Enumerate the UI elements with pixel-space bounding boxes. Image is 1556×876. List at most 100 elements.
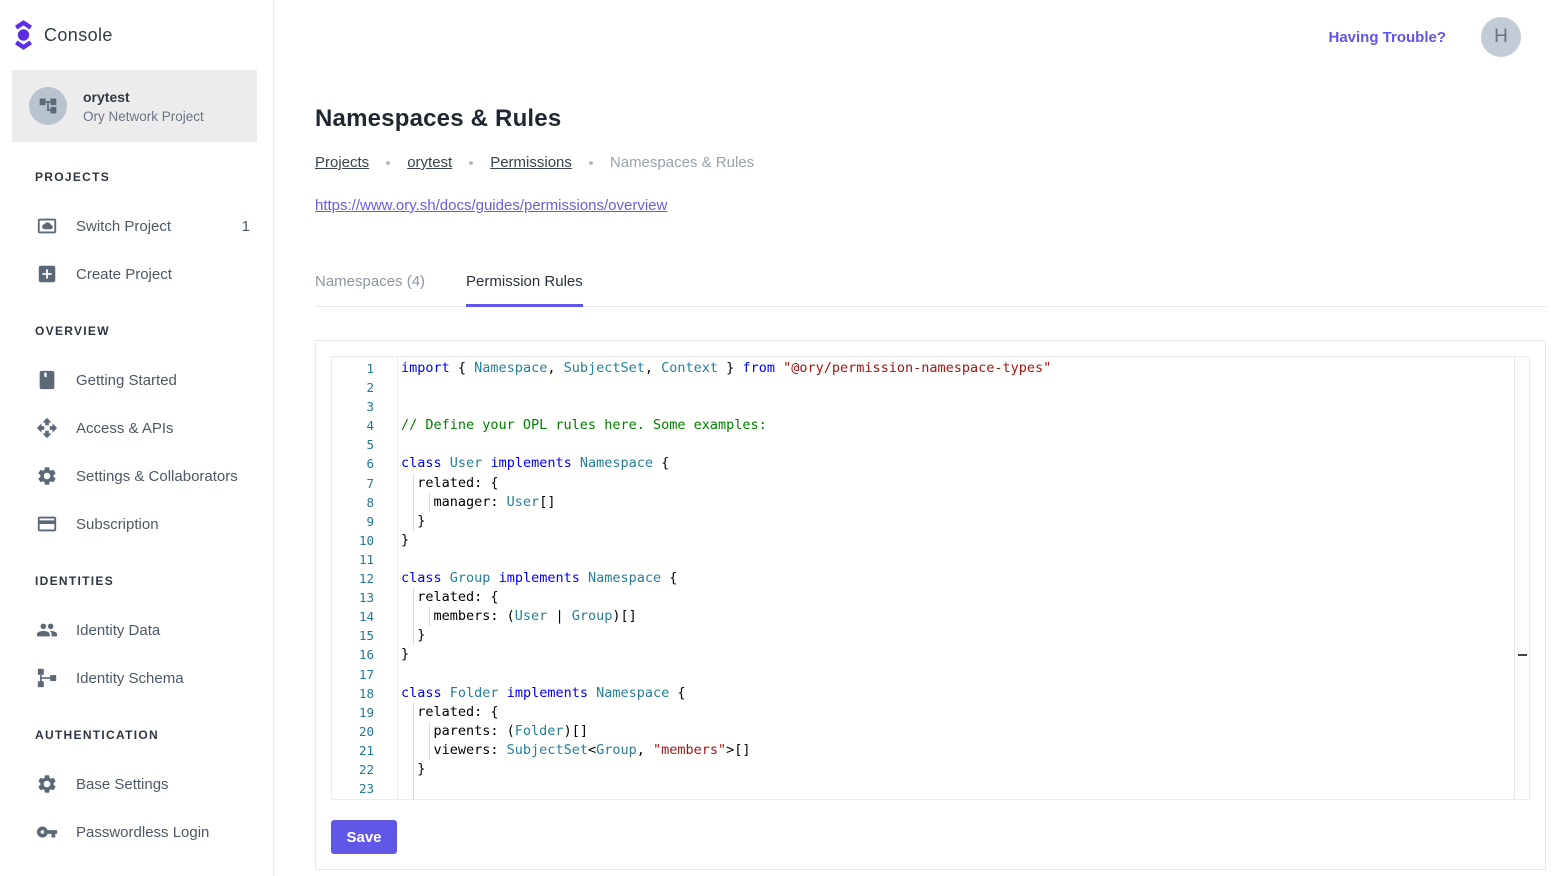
main-area: Having Trouble? H Namespaces & Rules Pro…	[274, 0, 1556, 876]
token-plain: |	[547, 608, 571, 624]
indent-guide	[413, 722, 414, 741]
access-apis-icon	[36, 417, 58, 439]
indent-guide	[413, 493, 414, 512]
code-line-text	[374, 378, 401, 397]
line-number: 1	[332, 359, 374, 378]
breadcrumb-separator	[386, 161, 390, 165]
code-line-text	[374, 550, 401, 569]
code-line: 15 }	[332, 626, 1514, 645]
code-editor[interactable]: 1import { Namespace, SubjectSet, Context…	[331, 356, 1530, 800]
code-line-text: // Define your OPL rules here. Some exam…	[374, 416, 767, 435]
indent-guide	[413, 474, 414, 493]
tab-namespaces-4[interactable]: Namespaces (4)	[315, 273, 425, 306]
project-type: Ory Network Project	[83, 109, 204, 124]
indent-guide	[429, 607, 430, 626]
code-line: 17	[332, 665, 1514, 684]
sidebar-item-base-settings[interactable]: Base Settings	[0, 760, 273, 808]
token-plain: ,	[547, 360, 563, 376]
token-plain: parents: (	[401, 723, 515, 739]
sidebar-item-getting-started[interactable]: Getting Started	[0, 356, 273, 404]
token-type: Context	[661, 360, 718, 376]
code-line-text	[374, 435, 401, 454]
token-plain: {	[450, 360, 474, 376]
docs-link[interactable]: https://www.ory.sh/docs/guides/permissio…	[315, 197, 667, 214]
token-plain: >[]	[726, 742, 750, 758]
line-number: 11	[332, 550, 374, 569]
token-plain	[442, 455, 450, 471]
token-plain	[775, 360, 783, 376]
editor-scrollbar[interactable]	[1514, 357, 1529, 799]
project-tree-icon	[29, 87, 67, 125]
cursor-position-marker	[1518, 654, 1527, 656]
code-line: 7 related: {	[332, 474, 1514, 493]
page-title: Namespaces & Rules	[315, 104, 1546, 134]
breadcrumb-projects[interactable]: Projects	[315, 154, 369, 171]
token-plain: {	[669, 685, 685, 701]
sidebar-item-subscription[interactable]: Subscription	[0, 500, 273, 548]
sidebar-section-identities: IDENTITIESIdentity DataIdentity Schema	[0, 574, 273, 702]
code-line-text: parents: (Folder)[]	[374, 722, 588, 741]
line-number: 22	[332, 760, 374, 779]
line-number: 5	[332, 435, 374, 454]
token-plain: )[]	[564, 723, 588, 739]
token-type: Group	[596, 742, 637, 758]
sidebar-item-passwordless-login[interactable]: Passwordless Login	[0, 808, 273, 856]
code-area: 1import { Namespace, SubjectSet, Context…	[332, 359, 1514, 800]
code-line: 14 members: (User | Group)[]	[332, 607, 1514, 626]
token-keyword: from	[742, 360, 775, 376]
token-plain: related: {	[401, 704, 499, 720]
breadcrumb-separator	[469, 161, 473, 165]
code-line: 13 related: {	[332, 588, 1514, 607]
line-number: 17	[332, 665, 374, 684]
token-keyword: implements	[490, 455, 571, 471]
line-number: 6	[332, 454, 374, 473]
code-line-text: related: {	[374, 474, 499, 493]
indent-guide	[429, 722, 430, 741]
save-button[interactable]: Save	[331, 820, 397, 854]
line-number: 7	[332, 474, 374, 493]
sidebar-item-identity-schema[interactable]: Identity Schema	[0, 654, 273, 702]
sidebar-item-settings-collaborators[interactable]: Settings & Collaborators	[0, 452, 273, 500]
line-number: 3	[332, 397, 374, 416]
token-type: Namespace	[580, 455, 653, 471]
token-plain: manager:	[401, 494, 507, 510]
tab-permission-rules[interactable]: Permission Rules	[466, 273, 583, 306]
project-switcher-card[interactable]: orytest Ory Network Project	[12, 70, 257, 142]
sidebar-item-access-apis[interactable]: Access & APIs	[0, 404, 273, 452]
indent-guide	[413, 588, 414, 607]
sidebar-item-create-project[interactable]: Create Project	[0, 250, 273, 298]
user-avatar[interactable]: H	[1481, 17, 1521, 57]
token-keyword: class	[401, 455, 442, 471]
code-line-text: import { Namespace, SubjectSet, Context …	[374, 359, 1051, 378]
token-plain	[490, 570, 498, 586]
token-plain	[588, 685, 596, 701]
sidebar-item-switch-project[interactable]: Switch Project1	[0, 202, 273, 250]
tab-bar: Namespaces (4) Permission Rules	[315, 273, 1546, 307]
code-line: 4// Define your OPL rules here. Some exa…	[332, 416, 1514, 435]
switch-project-icon	[36, 215, 58, 237]
code-line: 16}	[332, 645, 1514, 664]
breadcrumb-separator	[589, 161, 593, 165]
breadcrumb-permissions[interactable]: Permissions	[490, 154, 572, 171]
token-type: Folder	[450, 685, 499, 701]
line-number: 24	[332, 798, 374, 800]
having-trouble-link[interactable]: Having Trouble?	[1328, 29, 1446, 46]
indent-guide	[413, 512, 414, 531]
token-plain: }	[718, 360, 742, 376]
sidebar-item-identity-data[interactable]: Identity Data	[0, 606, 273, 654]
indent-guide	[413, 741, 414, 760]
sidebar: Console orytest Ory Network Project PROJ…	[0, 0, 274, 876]
token-plain	[580, 570, 588, 586]
line-number: 15	[332, 626, 374, 645]
breadcrumb-orytest[interactable]: orytest	[407, 154, 452, 171]
token-plain: {	[661, 570, 677, 586]
indent-guide	[413, 703, 414, 722]
token-type: Folder	[515, 723, 564, 739]
token-type: Namespace	[596, 685, 669, 701]
indent-guide	[413, 607, 414, 626]
indent-guide	[413, 626, 414, 645]
token-plain: []	[539, 494, 555, 510]
ory-logo-icon	[14, 20, 33, 50]
line-number: 23	[332, 779, 374, 798]
code-line: 2	[332, 378, 1514, 397]
